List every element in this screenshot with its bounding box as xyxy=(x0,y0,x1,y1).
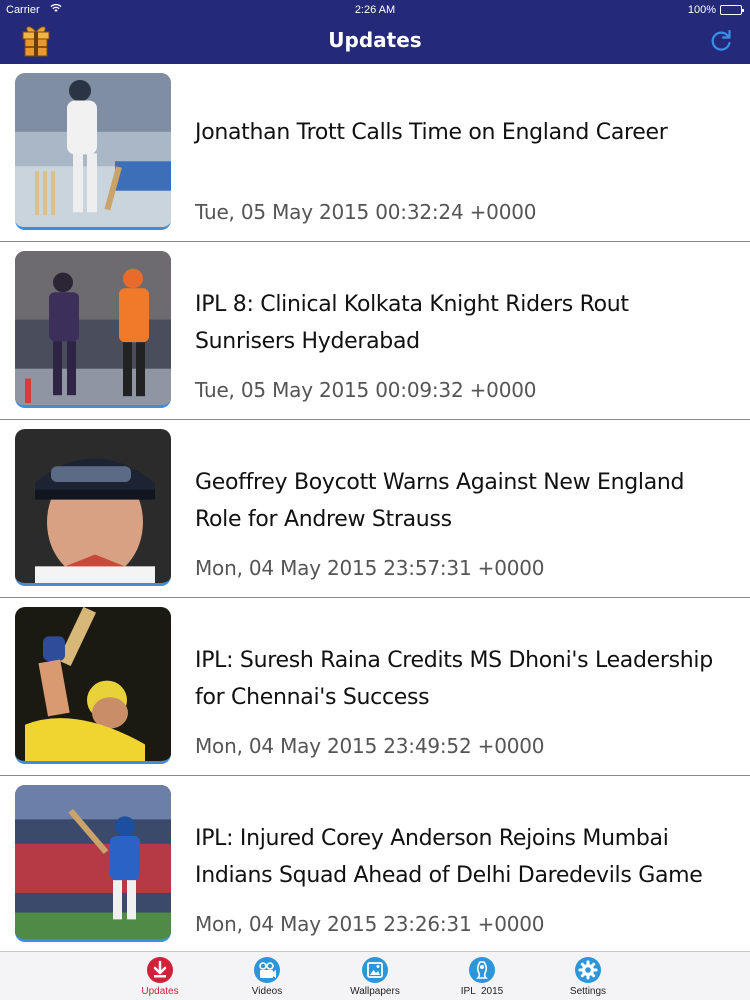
article-date: Mon, 04 May 2015 23:26:31 +0000 xyxy=(195,912,545,936)
mumbai-batsman-photo xyxy=(15,785,171,942)
download-icon xyxy=(146,956,174,984)
list-item[interactable]: IPL: Injured Corey Anderson Rejoins Mumb… xyxy=(0,776,750,951)
tab-ipl-2015[interactable]: IPL 2015 xyxy=(447,956,517,1000)
article-title[interactable]: IPL: Suresh Raina Credits MS Dhoni's Lea… xyxy=(195,642,726,716)
status-time: 2:26 AM xyxy=(354,4,396,16)
list-item[interactable]: Geoffrey Boycott Warns Against New Engla… xyxy=(0,420,750,598)
list-item[interactable]: IPL 8: Clinical Kolkata Knight Riders Ro… xyxy=(0,242,750,420)
article-list[interactable]: Jonathan Trott Calls Time on England Car… xyxy=(0,64,750,951)
video-camera-icon xyxy=(253,956,281,984)
article-title[interactable]: IPL 8: Clinical Kolkata Knight Riders Ro… xyxy=(195,286,726,360)
tab-settings[interactable]: Settings xyxy=(553,956,623,1000)
page-title: Updates xyxy=(328,28,422,52)
ipl-players-photo xyxy=(15,251,171,408)
article-title[interactable]: IPL: Injured Corey Anderson Rejoins Mumb… xyxy=(195,820,726,894)
tab-label: IPL 2015 xyxy=(460,986,504,997)
trophy-icon xyxy=(468,956,496,984)
article-title[interactable]: Jonathan Trott Calls Time on England Car… xyxy=(195,114,726,151)
tab-label: Updates xyxy=(141,986,179,997)
article-date: Mon, 04 May 2015 23:57:31 +0000 xyxy=(195,556,545,580)
tab-videos[interactable]: Videos xyxy=(232,956,302,1000)
tab-label: Videos xyxy=(251,986,283,997)
raina-celebration-photo xyxy=(15,607,171,764)
navigation-bar: Updates xyxy=(0,20,750,64)
image-icon xyxy=(361,956,389,984)
tab-updates[interactable]: Updates xyxy=(125,956,195,1000)
tab-wallpapers[interactable]: Wallpapers xyxy=(340,956,410,1000)
list-item[interactable]: IPL: Suresh Raina Credits MS Dhoni's Lea… xyxy=(0,598,750,776)
tab-label: Settings xyxy=(569,986,607,997)
tab-label: Wallpapers xyxy=(350,986,400,997)
gear-icon xyxy=(574,956,602,984)
player-portrait-photo xyxy=(15,429,171,586)
battery-icon xyxy=(720,5,744,15)
article-title[interactable]: Geoffrey Boycott Warns Against New Engla… xyxy=(195,464,726,538)
article-date: Tue, 05 May 2015 00:09:32 +0000 xyxy=(195,378,537,402)
refresh-icon[interactable] xyxy=(708,28,734,54)
status-bar: Carrier 2:26 AM 100% xyxy=(0,0,750,20)
battery-percentage: 100% xyxy=(687,4,716,16)
list-item[interactable]: Jonathan Trott Calls Time on England Car… xyxy=(0,64,750,242)
cricket-batsman-photo xyxy=(15,73,171,230)
article-date: Tue, 05 May 2015 00:32:24 +0000 xyxy=(195,200,537,224)
article-date: Mon, 04 May 2015 23:49:52 +0000 xyxy=(195,734,545,758)
tab-bar: Updates Videos Wallpapers IPL 2015 Setti… xyxy=(0,951,750,1000)
